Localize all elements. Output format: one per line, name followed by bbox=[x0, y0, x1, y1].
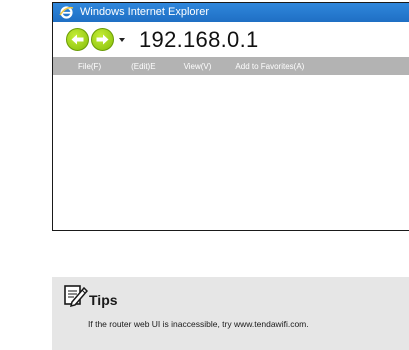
tips-text: If the router web UI is inaccessible, tr… bbox=[88, 319, 309, 329]
forward-arrow-icon bbox=[96, 34, 109, 45]
menu-edit[interactable]: (Edit)E bbox=[131, 62, 155, 71]
menu-view[interactable]: View(V) bbox=[184, 62, 212, 71]
notepad-pencil-icon bbox=[62, 282, 89, 308]
menu-favorites[interactable]: Add to Favorites(A) bbox=[235, 62, 304, 71]
menu-bar: File(F) (Edit)E View(V) Add to Favorites… bbox=[53, 57, 409, 75]
tips-header: Tips bbox=[62, 282, 118, 308]
forward-button[interactable] bbox=[91, 28, 114, 51]
tips-title: Tips bbox=[89, 292, 118, 308]
tips-box: Tips If the router web UI is inaccessibl… bbox=[52, 277, 409, 350]
page-content-area bbox=[53, 75, 409, 230]
window-title: Windows Internet Explorer bbox=[80, 6, 209, 18]
browser-window: Windows Internet Explorer 192.168.0.1 Fi… bbox=[52, 2, 409, 231]
back-button[interactable] bbox=[66, 28, 89, 51]
history-dropdown-icon[interactable] bbox=[119, 37, 125, 42]
ie-logo-icon bbox=[59, 5, 74, 20]
title-bar: Windows Internet Explorer bbox=[53, 3, 409, 22]
address-input[interactable]: 192.168.0.1 bbox=[139, 27, 259, 53]
menu-file[interactable]: File(F) bbox=[78, 62, 101, 71]
back-arrow-icon bbox=[71, 34, 84, 45]
address-bar: 192.168.0.1 bbox=[53, 22, 409, 57]
